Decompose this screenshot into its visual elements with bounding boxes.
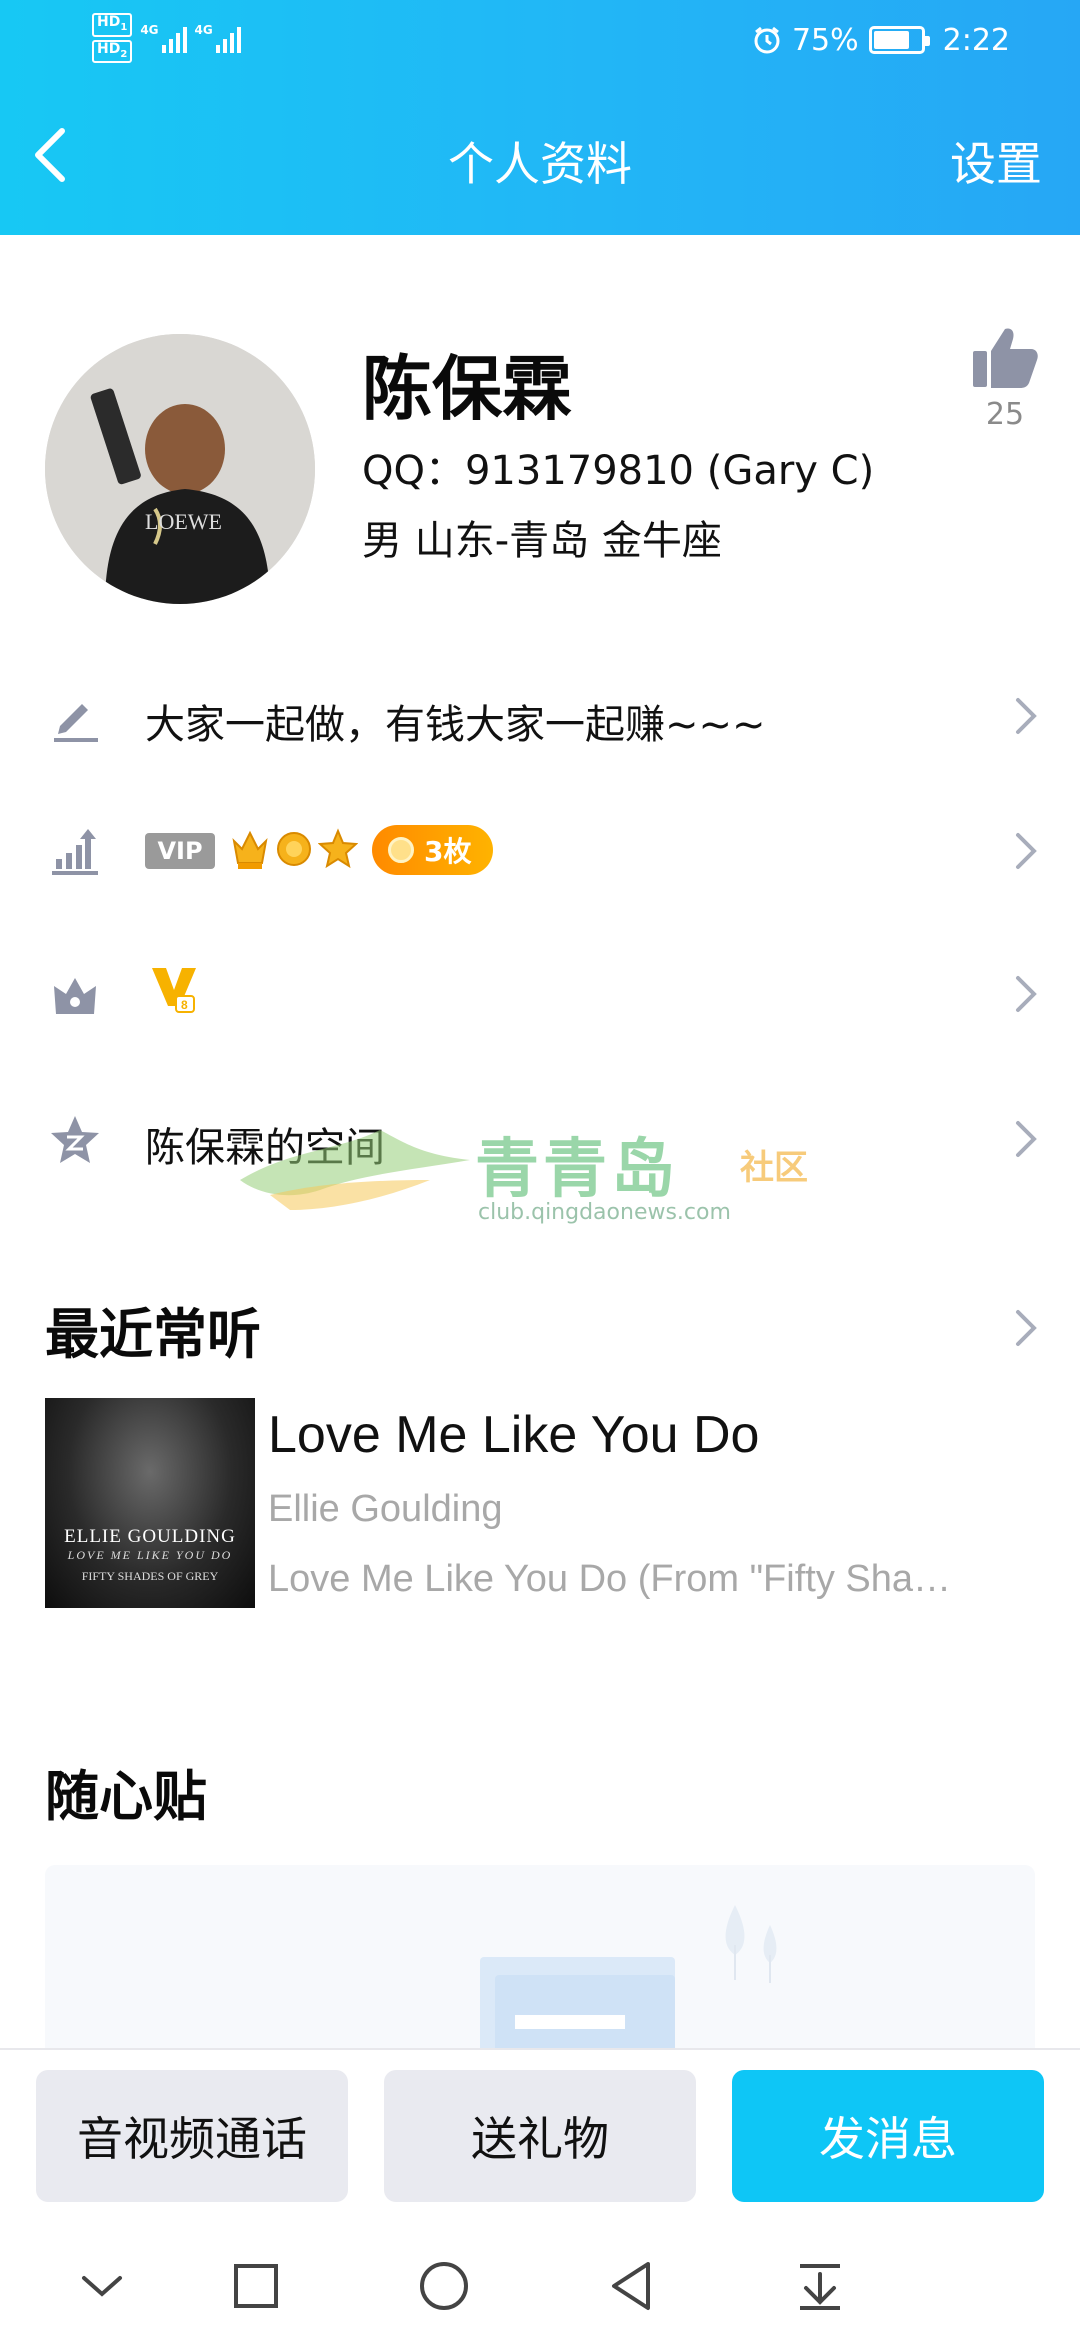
pencil-icon [54,704,98,742]
empty-state-illustration-icon [480,1905,777,2065]
svg-text:8: 8 [181,998,188,1012]
chevron-right-icon [1016,833,1037,869]
medal-count: 3枚 [424,835,472,868]
like-count: 25 [985,397,1025,432]
watermark-logo-icon [240,1130,470,1210]
send-gift-button[interactable]: 送礼物 [384,2070,696,2202]
clock-time: 2:22 [942,22,1010,58]
chevron-down-icon[interactable] [74,2258,130,2314]
stickers-section-title: 随心贴 [45,1765,207,1828]
page-title: 个人资料 [448,137,632,191]
signature-text: 大家一起做，有钱大家一起赚~~~ [145,702,766,748]
vip-row[interactable]: 8 [0,940,1080,1050]
sticker-card[interactable] [45,1865,1035,2065]
avatar-image: LOEWE [45,334,315,604]
profile-meta: 男 山东-青岛 金牛座 [362,518,722,564]
chevron-right-icon [1016,1121,1037,1157]
action-bar: 音视频通话 送礼物 发消息 [0,2048,1080,2220]
medal-icon [388,837,414,863]
avatar[interactable]: LOEWE [45,334,315,604]
level-medals [230,827,358,871]
song-album: Love Me Like You Do (From "Fifty Sha… [268,1558,951,1600]
level-row[interactable]: VIP 3枚 [0,797,1080,907]
battery-icon [868,26,930,54]
system-nav-bar [0,2220,1080,2340]
album-cover[interactable]: ELLIE GOULDING LOVE ME LIKE YOU DO FIFTY… [45,1398,255,1608]
hd-indicators: HD1 HD2 [92,12,133,64]
recent-section-title: 最近常听 [45,1303,261,1366]
battery-fill [873,31,909,49]
watermark: 青青岛 社区 club.qingdaonews.com [230,1110,850,1240]
send-message-button[interactable]: 发消息 [732,2070,1044,2202]
chevron-right-icon [1016,976,1037,1012]
settings-button[interactable]: 设置 [950,128,1042,194]
level-chart-icon [52,829,98,875]
alarm-clock-icon [754,26,780,54]
album-cover-film: FIFTY SHADES OF GREY [81,1569,219,1583]
status-signals: HD1 HD2 4G 4G [92,12,241,64]
svg-text:LOEWE: LOEWE [145,509,222,534]
signature-row[interactable]: 大家一起做，有钱大家一起赚~~~ [0,662,1080,772]
song-title[interactable]: Love Me Like You Do [268,1405,759,1465]
profile-name: 陈保霖 [362,348,572,430]
watermark-tag: 社区 [740,1148,808,1188]
signal1-icon: 4G [140,23,187,53]
like-button[interactable]: 25 [965,325,1045,435]
sun-medal-icon [277,832,311,866]
hd1-icon: HD1 [92,12,133,37]
square-icon[interactable] [228,2258,284,2314]
watermark-url: club.qingdaonews.com [478,1200,731,1225]
vip-v-badge-icon: 8 [152,968,196,1013]
chevron-right-icon[interactable] [1014,1308,1038,1348]
star-medal-icon [318,828,358,869]
album-cover-song: LOVE ME LIKE YOU DO [67,1548,233,1562]
qq-number: QQ：913179810 (Gary C) [362,448,875,494]
signal2-icon: 4G [195,23,241,53]
thumbs-up-icon [973,328,1038,388]
status-right: 75% 2:22 [740,18,1080,62]
crown-medal-icon [232,830,268,869]
vip-badge: VIP [145,833,215,869]
qzone-star-icon [51,1116,99,1163]
battery-percent: 75% [791,22,859,58]
album-cover-artist: ELLIE GOULDING [64,1526,236,1547]
header-bar: HD1 HD2 4G 4G 75% 2:22 个人资料 设置 [0,0,1080,235]
status-bar: HD1 HD2 4G 4G 75% 2:22 [0,0,1080,85]
chevron-right-icon [1016,698,1037,734]
watermark-brand: 青青岛 [475,1133,679,1207]
medal-count-pill[interactable]: 3枚 [372,825,494,875]
song-artist: Ellie Goulding [268,1488,503,1530]
download-icon[interactable] [792,2258,848,2314]
hd2-icon: HD2 [92,39,133,64]
triangle-back-icon[interactable] [604,2258,660,2314]
crown-box-icon [54,978,96,1014]
voice-video-call-button[interactable]: 音视频通话 [36,2070,348,2202]
circle-home-icon[interactable] [416,2258,472,2314]
